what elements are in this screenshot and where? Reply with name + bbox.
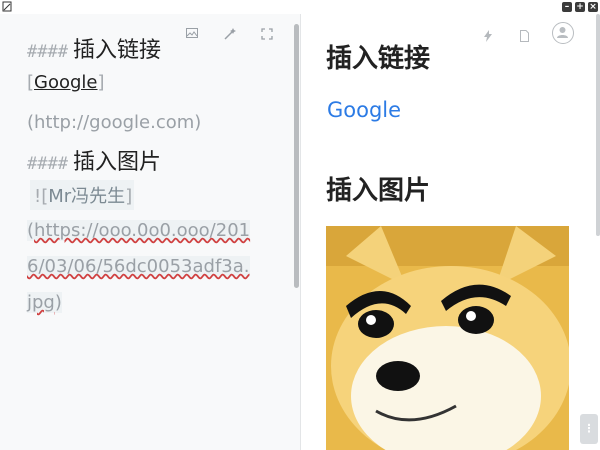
editor-image-url-line1[interactable]: (https://ooo.0o0.ooo/201 — [27, 220, 251, 241]
preview-link[interactable]: Google — [327, 98, 401, 122]
bolt-icon[interactable] — [484, 30, 492, 42]
doge-illustration — [326, 226, 569, 450]
bracket-close: ] — [125, 186, 133, 207]
image-url-part: https://ooo.0o0.ooo/201 — [34, 220, 251, 241]
app-icon — [2, 1, 12, 12]
fullscreen-icon[interactable] — [261, 28, 273, 40]
editor-heading-line-2[interactable]: #### 插入图片 — [27, 144, 161, 176]
paren-open: ( — [27, 220, 35, 241]
heading-marker: #### — [27, 42, 68, 62]
image-icon[interactable] — [186, 28, 198, 38]
close-button[interactable]: × — [588, 2, 598, 12]
title-bar: – + × — [0, 0, 600, 14]
heading-text: 插入链接 — [73, 38, 162, 63]
editor-image-url-line2[interactable]: 6/03/06/56dc0053adf3a. — [27, 256, 250, 277]
maximize-button[interactable]: + — [575, 2, 585, 12]
more-options-handle[interactable]: ⋮ — [580, 414, 598, 444]
image-marker: ![ — [34, 186, 49, 207]
link-text: Google — [34, 72, 98, 93]
editor-link-line[interactable]: [Google] — [27, 72, 105, 93]
preview-heading-2: 插入图片 — [326, 176, 431, 206]
minimize-button[interactable]: – — [562, 2, 572, 12]
magic-wand-icon[interactable] — [224, 28, 236, 40]
image-url-part: 6/03/06/56dc0053adf3a. — [27, 256, 250, 277]
editor-scrollbar[interactable] — [294, 24, 299, 288]
preview-scrollbar[interactable] — [596, 14, 600, 236]
document-icon[interactable] — [520, 30, 529, 42]
paren-close: ) — [54, 292, 62, 313]
bracket-open: [ — [27, 72, 35, 93]
editor-heading-line[interactable]: #### 插入链接 — [27, 32, 161, 64]
editor-link-url[interactable]: (http://google.com) — [27, 112, 201, 133]
image-url-part: jpg — [27, 292, 55, 313]
bracket-close: ] — [97, 72, 105, 93]
image-alt-text: Mr冯先生 — [48, 186, 126, 207]
preview-heading: 插入链接 — [326, 44, 431, 74]
user-avatar-icon[interactable] — [552, 22, 574, 44]
heading-marker: #### — [27, 154, 68, 174]
preview-image — [326, 226, 569, 450]
heading-text: 插入图片 — [73, 150, 162, 175]
editor-image-alt[interactable]: ![Mr冯先生] — [30, 180, 135, 210]
editor-image-url-line3[interactable]: jpg) — [27, 292, 62, 313]
